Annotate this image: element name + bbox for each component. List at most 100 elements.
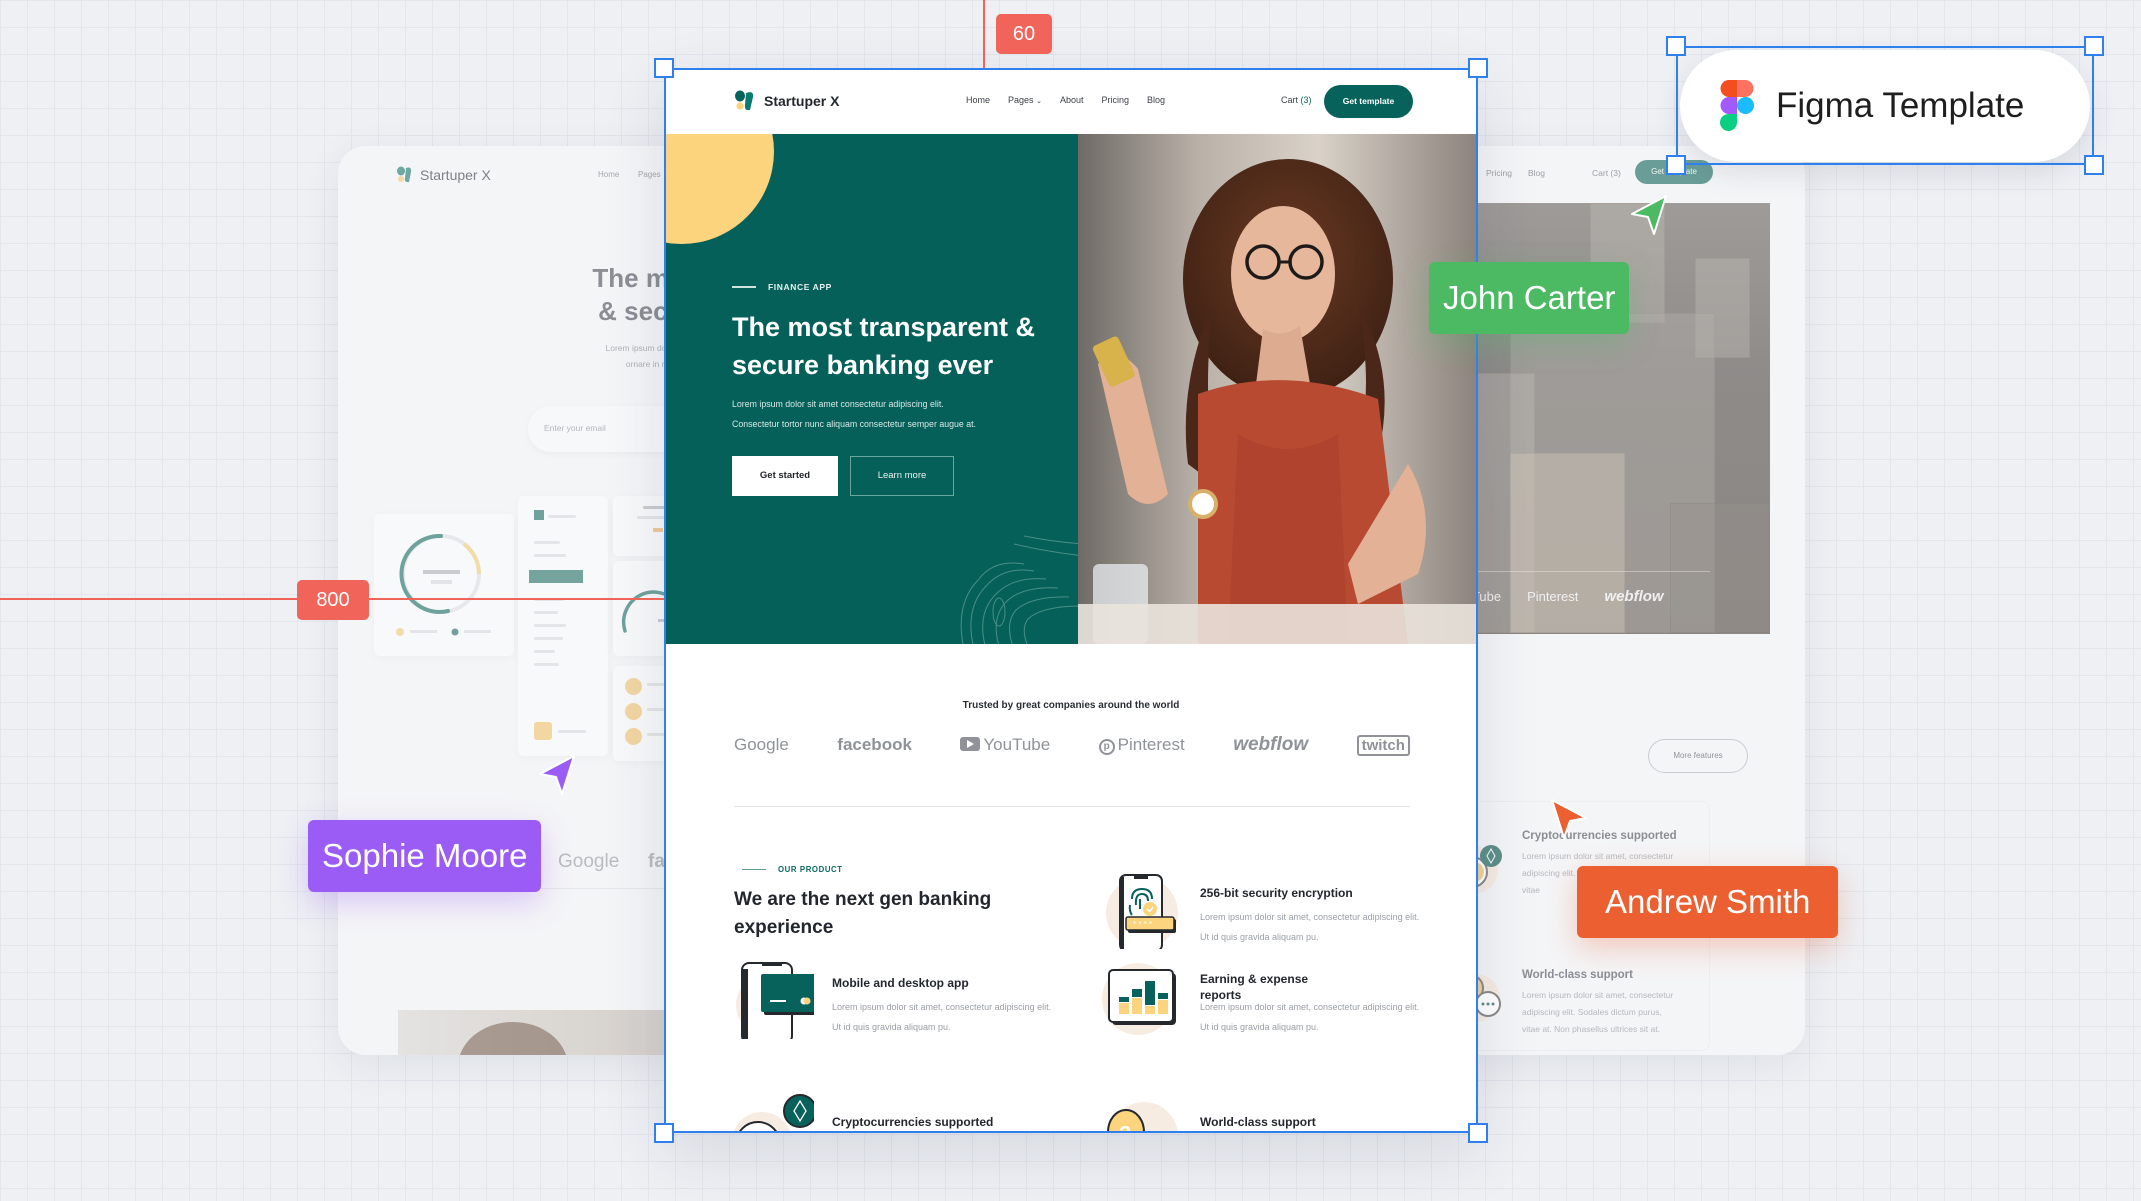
- cart-count: (3): [1300, 95, 1312, 105]
- feature-title: 256-bit security encryption: [1200, 886, 1353, 900]
- decorative-circle: [664, 134, 774, 244]
- learn-more-button[interactable]: Learn more: [850, 456, 954, 496]
- hero-subtitle: Lorem ipsum dolor sit amet consectetur a…: [732, 399, 977, 429]
- resize-handle-bottom-right[interactable]: [1468, 1123, 1488, 1143]
- hero-content-panel: FINANCE APP The most transparent & secur…: [664, 134, 1078, 644]
- feature-reports: Earning & expense reports Lorem ipsum do…: [1102, 959, 1442, 1049]
- site-logo[interactable]: Startuper X: [734, 90, 839, 112]
- bar-chart-icon: [1102, 963, 1176, 1035]
- measurement-badge-top: 60: [996, 14, 1052, 54]
- left-card-logo-facebook: fa: [648, 851, 665, 872]
- cursor-sophie-moore-icon: [539, 755, 575, 795]
- product-title: We are the next gen banking experience: [734, 889, 992, 938]
- logo-twitch: twitch: [1356, 734, 1410, 756]
- youtube-play-icon: [960, 737, 981, 751]
- right-card-nav-pricing: Pricing: [1486, 168, 1512, 178]
- left-card-nav-pages: Pages: [638, 170, 661, 179]
- logo-google: Google: [734, 735, 789, 754]
- more-features-button: More features: [1648, 739, 1748, 773]
- hero-eyebrow: FINANCE APP: [732, 282, 832, 292]
- partner-logos: Google facebook YouTube p Pinterest webfl…: [734, 734, 1410, 756]
- right-card-cart: Cart (3): [1592, 168, 1621, 178]
- collaborator-tag-john-carter: John Carter: [1429, 262, 1630, 334]
- donut-chart-panel: [374, 514, 514, 656]
- resize-handle-bottom-left[interactable]: [1666, 155, 1686, 175]
- topographic-lines-icon: [960, 535, 1078, 644]
- feature-title: Cryptocurrencies supported: [832, 1115, 994, 1129]
- avatar: [625, 678, 642, 695]
- avatar: [534, 722, 552, 740]
- nav-pricing[interactable]: Pricing: [1101, 95, 1129, 105]
- feature-support: ? World-class support: [1102, 1092, 1442, 1133]
- resize-handle-bottom-right[interactable]: [2084, 155, 2104, 175]
- selected-frame[interactable]: Startuper X Home Pages ⌄ About Pricing B…: [664, 68, 1478, 1133]
- badge-selection-border: [1676, 46, 2094, 165]
- avatar: [625, 703, 642, 720]
- svg-text:* * * *: * * * *: [1133, 920, 1152, 929]
- dashboard-logo-square: [534, 510, 544, 520]
- hero-title: The most transparent & secure banking ev…: [732, 312, 1036, 380]
- trusted-heading: Trusted by great companies around the wo…: [962, 700, 1180, 711]
- avatar: [625, 728, 642, 745]
- right-card-feature-title: World-class support: [1522, 969, 1633, 981]
- cursor-andrew-smith-icon: [1551, 799, 1587, 839]
- right-card-feature-title: Cryptocurrencies supported: [1522, 830, 1677, 842]
- logo-webflow: webflow: [1233, 734, 1309, 755]
- hero-photo-illustration: [1078, 134, 1478, 644]
- logo-pinterest: p Pinterest: [1098, 735, 1185, 755]
- left-card-logo: Startuper X: [396, 166, 491, 184]
- brand-name: Startuper X: [764, 93, 840, 109]
- resize-handle-top-right[interactable]: [2084, 36, 2104, 56]
- nav-home[interactable]: Home: [966, 95, 990, 105]
- left-card-brand: Startuper X: [420, 167, 491, 183]
- resize-handle-bottom-left[interactable]: [654, 1123, 674, 1143]
- donut-chart-icon: [396, 533, 491, 636]
- product-eyebrow: OUR PRODUCT: [742, 865, 843, 874]
- feature-mobile-app: Mobile and desktop app Lorem ipsum dolor…: [734, 959, 1074, 1049]
- right-card-logos: YouTube Pinterest webflow: [1450, 588, 1664, 605]
- section-divider: [734, 806, 1410, 807]
- background-page-preview-left: Startuper X Home Pages The most & secure…: [338, 146, 718, 1055]
- feature-text: Lorem ipsum dolor sit amet, consectetur …: [832, 1002, 1052, 1032]
- crypto-coins-icon: [734, 1094, 814, 1133]
- measurement-badge-left: 800: [297, 580, 369, 620]
- hero-section: FINANCE APP The most transparent & secur…: [664, 134, 1478, 644]
- fingerprint-phone-icon: * * * *: [1106, 874, 1178, 949]
- resize-handle-top-left[interactable]: [654, 58, 674, 78]
- resize-handle-top-right[interactable]: [1468, 58, 1488, 78]
- logo-webflow: webflow: [1604, 588, 1664, 605]
- feature-crypto: Cryptocurrencies supported: [734, 1092, 1074, 1133]
- nav-blog[interactable]: Blog: [1147, 95, 1165, 105]
- nav-pages[interactable]: Pages ⌄: [1008, 95, 1042, 105]
- pinterest-icon: p: [1098, 739, 1115, 755]
- svg-text:?: ?: [1119, 1123, 1131, 1133]
- collaborator-tag-andrew-smith: Andrew Smith: [1577, 866, 1839, 938]
- logo-facebook: facebook: [837, 735, 912, 754]
- startuper-logo-icon: [397, 166, 412, 183]
- left-card-logo-google: Google: [558, 851, 620, 872]
- get-template-button[interactable]: Get template: [1324, 85, 1413, 118]
- right-card-feature-text: Lorem ipsum dolor sit amet, consectetur …: [1522, 990, 1674, 1034]
- get-started-button[interactable]: Get started: [732, 456, 838, 496]
- site-header: Startuper X Home Pages ⌄ About Pricing B…: [664, 68, 1478, 134]
- logo-pinterest: Pinterest: [1527, 589, 1579, 604]
- hero-photo-woman-with-card: [1078, 134, 1478, 644]
- logo-youtube: YouTube: [960, 735, 1050, 755]
- collaborator-tag-sophie-moore: Sophie Moore: [308, 820, 542, 892]
- cart-link[interactable]: Cart (3): [1281, 95, 1312, 105]
- chevron-down-icon: ⌄: [1036, 98, 1042, 105]
- feature-title: World-class support: [1200, 1115, 1316, 1129]
- resize-handle-top-left[interactable]: [1666, 36, 1686, 56]
- feature-text: Lorem ipsum dolor sit amet, consectetur …: [1200, 912, 1420, 942]
- nav-about[interactable]: About: [1060, 95, 1084, 105]
- right-card-nav-blog: Blog: [1528, 168, 1546, 178]
- phone-card-icon: [736, 962, 814, 1039]
- dashboard-active-item: [529, 570, 583, 583]
- left-card-nav-home: Home: [598, 170, 620, 179]
- cursor-john-carter-icon: [1631, 195, 1667, 235]
- startuper-logo-icon: [735, 90, 754, 111]
- dashboard-sidebar-mock: [518, 496, 608, 756]
- main-nav: Home Pages ⌄ About Pricing Blog: [966, 95, 1165, 105]
- feature-security: * * * * 256-bit security encryption Lore…: [1102, 869, 1442, 959]
- vertical-guide-line: [983, 0, 985, 68]
